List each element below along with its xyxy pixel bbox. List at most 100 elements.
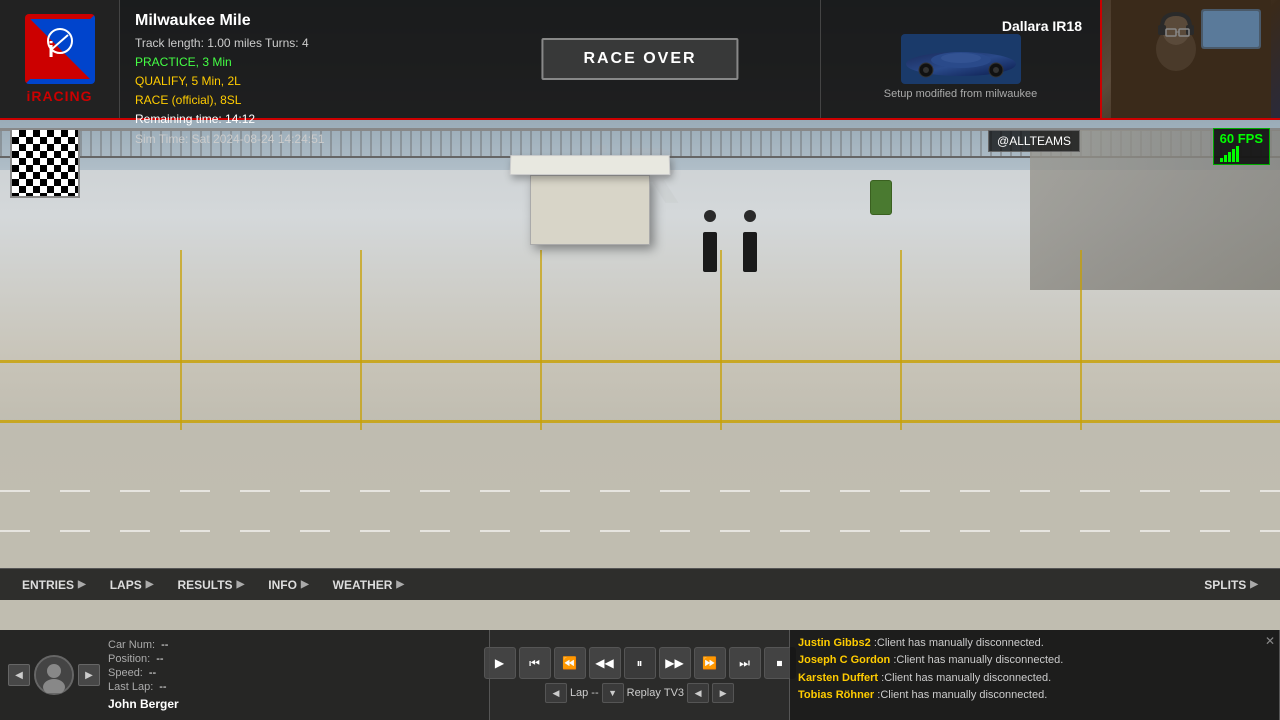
driver-name: John Berger [108, 697, 481, 711]
car-info: Dallara IR18 Setup modified fr [820, 0, 1100, 118]
bar-5 [1236, 146, 1239, 162]
tab-weather[interactable]: WEATHER ▶ [321, 573, 416, 597]
pit-line [360, 250, 362, 430]
chat-panel: ✕ Justin Gibbs2 :Client has manually dis… [790, 630, 1280, 720]
webcam [1100, 0, 1280, 118]
replay-ff-btn[interactable]: ⏩ [694, 647, 726, 679]
bar-4 [1232, 149, 1235, 162]
speed-row: Speed: -- [108, 667, 481, 679]
chat-message-3: Karsten Duffert :Client has manually dis… [798, 671, 1271, 686]
tab-entries-arrow: ▶ [78, 579, 86, 590]
tab-weather-arrow: ▶ [396, 579, 404, 590]
checkered-flag-icon [10, 128, 80, 198]
ctrl-next-btn[interactable]: ▶ [78, 664, 100, 686]
chat-text-1: :Client has manually disconnected. [874, 637, 1044, 649]
speed-label: Speed: [108, 667, 143, 679]
driver-controls: ◀ ▶ [8, 655, 100, 695]
ctrl-prev-btn[interactable]: ◀ [8, 664, 30, 686]
replay-skip-start-btn[interactable]: ⏮ [519, 647, 551, 679]
pit-booth [520, 155, 660, 255]
replay-pause-btn[interactable]: ⏸ [624, 647, 656, 679]
tab-laps-label: LAPS [110, 578, 142, 592]
iracing-logo: i iRACING [0, 0, 120, 118]
lane-marker [0, 360, 1280, 363]
chat-text-3: :Client has manually disconnected. [881, 672, 1051, 684]
figure-body [703, 232, 717, 272]
allteams-badge: @ALLTEAMS [988, 130, 1080, 152]
splits-arrow: ▶ [1250, 579, 1258, 590]
splits-button[interactable]: SPLITS ▶ [1192, 573, 1270, 597]
replay-forward-btn[interactable]: ▶▶ [659, 647, 691, 679]
replay-panel: ▶ ⏮ ⏪ ◀◀ ⏸ ▶▶ ⏩ ⏭ ⏹ ◀ Lap -- ▼ Replay TV… [490, 630, 790, 720]
driver-panel: ◀ ▶ Car Num: -- Position: -- [0, 630, 490, 720]
cam-select-btn[interactable]: ▼ [602, 683, 624, 703]
bar-2 [1224, 155, 1227, 162]
splits-label: SPLITS [1204, 578, 1246, 592]
barrel [870, 180, 892, 215]
driver-avatar-svg [36, 657, 72, 693]
replay-sub-prev2-btn[interactable]: ◀ [687, 683, 709, 703]
chat-name-1: Justin Gibbs2 [798, 637, 871, 649]
replay-play-btn[interactable]: ▶ [484, 647, 516, 679]
sim-time: Sim Time: Sat 2024-08-24 14:24:51 [135, 130, 805, 149]
replay-rewind-btn[interactable]: ◀◀ [589, 647, 621, 679]
pit-line [1080, 250, 1082, 430]
tab-navigation: ENTRIES ▶ LAPS ▶ RESULTS ▶ INFO ▶ WEATHE… [0, 568, 1280, 600]
remaining-time: Remaining time: 14:12 [135, 110, 805, 129]
race-over-button[interactable]: RACE OVER [541, 38, 738, 80]
cam-label: TV3 [664, 687, 684, 699]
ctrl-row-top: ◀ ▶ [8, 655, 100, 695]
speed-value: -- [149, 667, 156, 679]
tab-info[interactable]: INFO ▶ [256, 573, 320, 597]
tab-laps[interactable]: LAPS ▶ [98, 573, 166, 597]
figure-head [744, 210, 756, 222]
webcam-background [1102, 0, 1280, 118]
tab-results-arrow: ▶ [237, 579, 245, 590]
tab-weather-label: WEATHER [333, 578, 393, 592]
figure-body [743, 232, 757, 272]
setup-text: Setup modified from milwaukee [884, 88, 1037, 100]
tab-results[interactable]: RESULTS ▶ [165, 573, 256, 597]
tab-info-arrow: ▶ [301, 579, 309, 590]
car-image [901, 34, 1021, 84]
replay-btn-row: ▶ ⏮ ⏪ ◀◀ ⏸ ▶▶ ⏩ ⏭ ⏹ [484, 647, 796, 679]
car-num-label: Car Num: [108, 639, 155, 651]
pit-line [180, 250, 182, 430]
driver-stats: Car Num: -- Position: -- Speed: -- Last … [108, 639, 481, 711]
replay-skip-end-btn[interactable]: ⏭ [729, 647, 761, 679]
replay-sub-prev-btn[interactable]: ◀ [545, 683, 567, 703]
replay-prev-btn[interactable]: ⏪ [554, 647, 586, 679]
position-row: Position: -- [108, 653, 481, 665]
replay-sub-row: ◀ Lap -- ▼ Replay TV3 ◀ ▶ [545, 683, 734, 703]
replay-sub-next-btn[interactable]: ▶ [712, 683, 734, 703]
logo-svg: i [30, 19, 90, 79]
pit-booth-roof [510, 155, 671, 175]
fps-counter: 60 FPS [1213, 128, 1270, 165]
dash-line [0, 490, 1280, 492]
driver-avatar [34, 655, 74, 695]
top-hud: i iRACING Milwaukee Mile Track length: 1… [0, 0, 1280, 120]
dash-line [0, 530, 1280, 532]
tab-entries[interactable]: ENTRIES ▶ [10, 573, 98, 597]
car-num-value: -- [161, 639, 168, 651]
chat-message-1: Justin Gibbs2 :Client has manually disco… [798, 636, 1271, 651]
pit-booth-body [530, 175, 650, 245]
tab-laps-arrow: ▶ [146, 579, 154, 590]
webcam-content [1111, 0, 1271, 118]
chat-close-btn[interactable]: ✕ [1265, 634, 1275, 648]
car-svg [901, 34, 1021, 84]
figure-2 [740, 210, 760, 270]
last-lap-value: -- [159, 681, 166, 693]
chat-text-2: :Client has manually disconnected. [893, 654, 1063, 666]
pit-line [720, 250, 722, 430]
lap-label: Lap [570, 687, 588, 699]
bar-1 [1220, 158, 1223, 162]
chat-text-4: :Client has manually disconnected. [877, 689, 1047, 701]
bottom-content: ◀ ▶ Car Num: -- Position: -- [0, 630, 1280, 720]
figure-1 [700, 210, 720, 270]
session-race: RACE (official), 8SL [135, 91, 805, 110]
position-label: Position: [108, 653, 150, 665]
bar-3 [1228, 152, 1231, 162]
chat-message-2: Joseph C Gordon :Client has manually dis… [798, 653, 1271, 668]
signal-bars [1220, 146, 1263, 162]
